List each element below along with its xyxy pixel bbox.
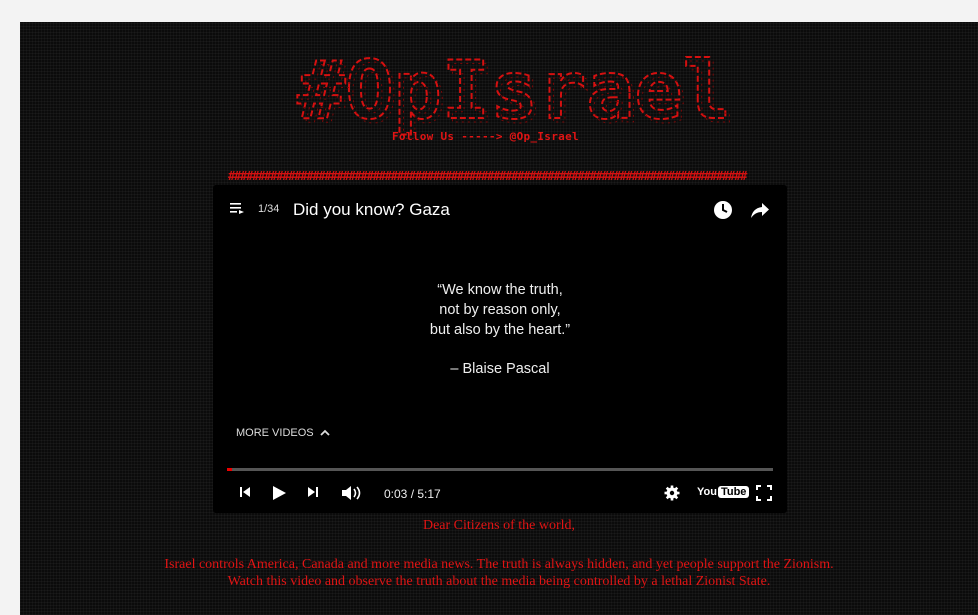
player-controls: 0:03 / 5:17 You Tube [213,477,787,513]
clock-icon[interactable] [713,200,733,220]
quote-line: “We know the truth, [437,282,563,298]
settings-icon[interactable] [664,485,680,501]
page-background: #OpIsrael #OpIsrael Follow Us -----> @Op… [20,22,978,615]
playlist-count: 1/34 [258,203,280,215]
progress-bar[interactable] [227,468,773,471]
hash-divider: ########################################… [228,169,747,183]
progress-fill [227,468,232,471]
share-icon[interactable] [750,200,770,220]
message-line-2: Watch this video and observe the truth a… [227,574,771,589]
quote-line: but also by the heart.” [429,322,571,338]
previous-icon[interactable] [238,485,252,499]
fullscreen-icon[interactable] [756,485,772,501]
youtube-logo[interactable]: You Tube [697,486,750,498]
more-videos-label: MORE VIDEOS [236,427,314,439]
quote-line: not by reason only, [439,302,561,318]
follow-us-line: Follow Us -----> @Op_Israel [392,130,579,143]
next-icon[interactable] [306,485,320,499]
message-line-1: Israel controls America, Canada and more… [164,557,834,572]
player-top-bar: 1/34 Did you know? Gaza [213,185,787,235]
play-icon[interactable] [271,485,287,501]
banner-text-shadow: #OpIsrael [301,48,734,141]
playlist-icon[interactable] [230,202,244,214]
more-videos-button[interactable]: MORE VIDEOS [236,427,330,439]
video-title[interactable]: Did you know? Gaza [293,200,450,220]
greeting-text: Dear Citizens of the world, [422,518,575,533]
volume-icon[interactable] [341,485,363,501]
quote-text: “We know the truth, not by reason only, … [363,280,637,340]
chevron-up-icon [319,429,330,436]
time-display: 0:03 / 5:17 [384,487,441,501]
youtube-logo-tube: Tube [717,486,750,498]
youtube-logo-you: You [697,486,717,498]
youtube-player[interactable]: 1/34 Did you know? Gaza “We know the tru… [213,185,787,513]
quote-author: – Blaise Pascal [450,361,550,377]
